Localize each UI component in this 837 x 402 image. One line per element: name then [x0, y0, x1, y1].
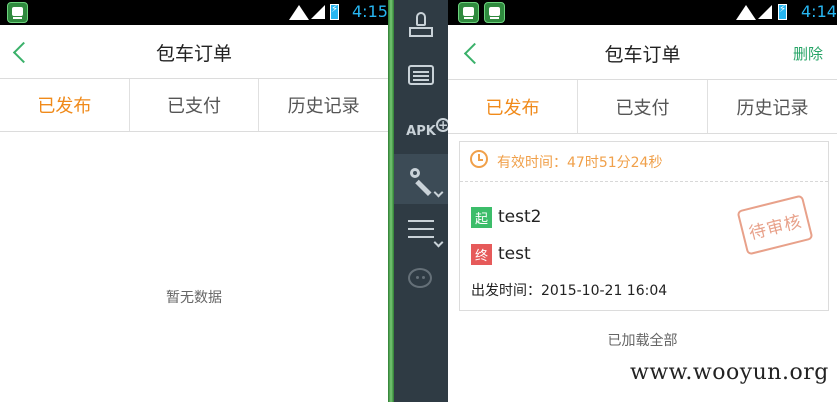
- keyboard-icon: [408, 65, 434, 85]
- toolbar-stamp-button[interactable]: [394, 0, 448, 50]
- tab-published[interactable]: 已发布: [448, 80, 578, 133]
- chevron-down-icon: [433, 187, 444, 198]
- wifi-icon: [736, 5, 756, 20]
- tab-paid[interactable]: 已支付: [130, 79, 260, 131]
- bus-app-icon: [484, 2, 505, 23]
- start-tag: 起: [471, 206, 492, 228]
- tab-published[interactable]: 已发布: [0, 79, 130, 131]
- status-time: 4:14: [801, 2, 837, 21]
- toolbar-keyboard-button[interactable]: [394, 50, 448, 100]
- page-title: 包车订单: [604, 44, 681, 66]
- wrench-icon: [408, 166, 434, 192]
- route-start-row: 起 test2: [471, 206, 541, 228]
- order-tabs: 已发布 已支付 历史记录: [448, 80, 837, 134]
- signal-icon: [311, 5, 325, 19]
- apk-install-icon: APK +: [406, 117, 451, 139]
- chat-icon: [408, 268, 434, 294]
- start-location: test2: [498, 207, 542, 227]
- battery-icon: [778, 4, 787, 20]
- status-bar: 4:15: [0, 0, 388, 25]
- departure-time: 出发时间：2015-10-21 16:04: [471, 283, 668, 299]
- pending-review-stamp: 待审核: [736, 194, 814, 256]
- route-end-row: 终 test: [471, 243, 531, 265]
- bus-app-icon: [458, 2, 479, 23]
- delete-button[interactable]: 删除: [793, 43, 823, 64]
- status-time: 4:15: [352, 2, 388, 21]
- alarm-clock-icon: [470, 150, 488, 168]
- apk-label: APK: [406, 123, 436, 139]
- end-location: test: [498, 244, 531, 264]
- left-phone-screen: 4:15 包车订单 已发布 已支付 历史记录 暂无数据: [0, 0, 388, 402]
- stamp-icon: [408, 12, 434, 38]
- side-toolbar: APK +: [394, 0, 451, 402]
- tab-history[interactable]: 历史记录: [259, 79, 388, 131]
- title-bar: 包车订单 删除: [448, 25, 837, 80]
- title-bar: 包车订单: [0, 25, 388, 79]
- chevron-down-icon: [433, 237, 444, 248]
- end-tag: 终: [471, 243, 492, 265]
- empty-state-text: 暂无数据: [166, 290, 222, 306]
- validity-bar: 有效时间：47时51分24秒: [460, 142, 828, 182]
- list-footer: 已加载全部: [607, 333, 678, 349]
- battery-icon: [330, 4, 339, 20]
- toolbar-list-button[interactable]: [394, 204, 448, 254]
- list-icon: [408, 216, 434, 242]
- order-card[interactable]: 有效时间：47时51分24秒 起 test2 终 test 出发时间：2015-…: [459, 141, 829, 311]
- order-tabs: 已发布 已支付 历史记录: [0, 79, 388, 132]
- toolbar-chat-button[interactable]: [394, 256, 448, 306]
- toolbar-wrench-button[interactable]: [394, 154, 448, 204]
- validity-text: 有效时间：47时51分24秒: [497, 155, 663, 171]
- bus-app-icon: [7, 2, 28, 23]
- page-title: 包车订单: [155, 43, 232, 65]
- wifi-icon: [289, 5, 309, 20]
- right-phone-screen: 4:14 包车订单 删除 已发布 已支付 历史记录 有效时间：47时51分24秒…: [448, 0, 837, 402]
- status-bar: 4:14: [448, 0, 837, 25]
- tab-history[interactable]: 历史记录: [708, 80, 837, 133]
- watermark: www.wooyun.org: [630, 360, 829, 385]
- tab-paid[interactable]: 已支付: [578, 80, 708, 133]
- toolbar-apk-button[interactable]: APK +: [394, 104, 451, 154]
- signal-icon: [758, 5, 772, 19]
